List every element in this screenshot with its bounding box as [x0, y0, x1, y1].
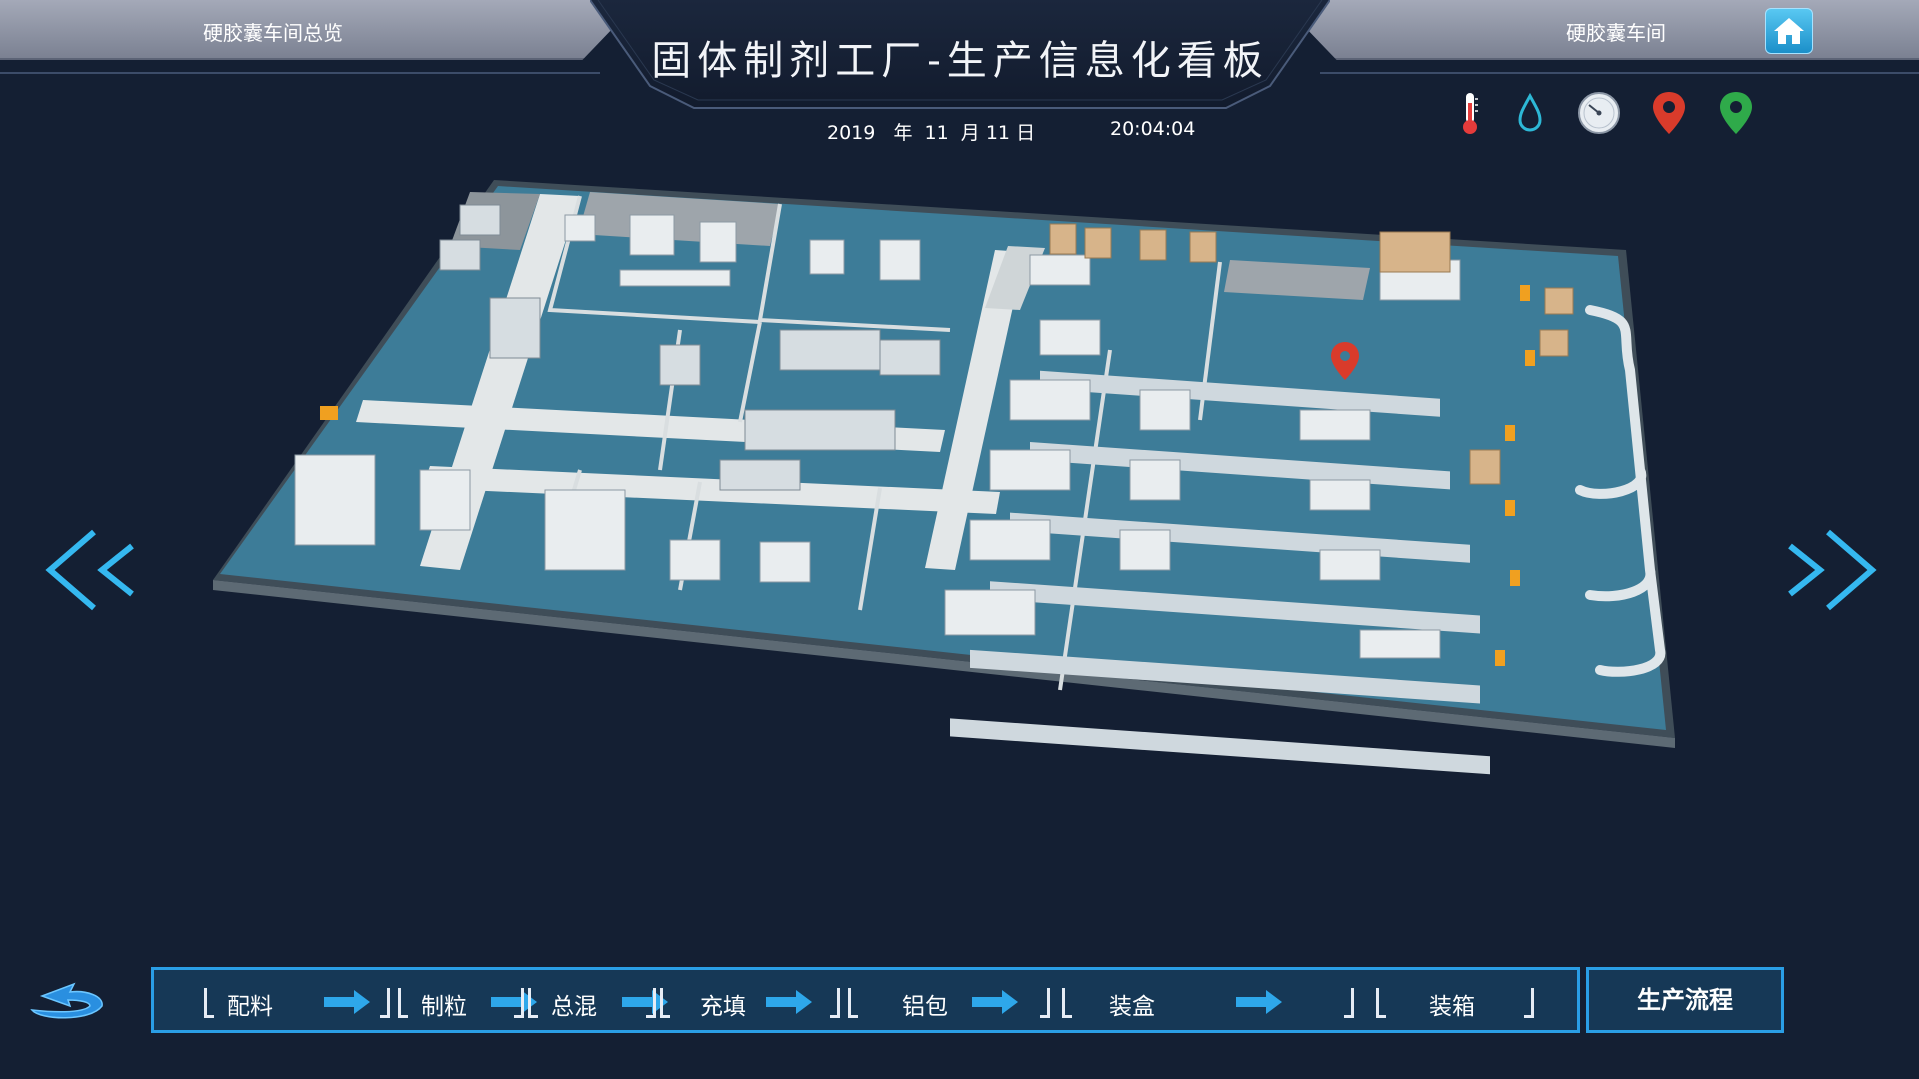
step-arrow-icon: [972, 990, 1018, 1014]
location-pin-icon: [1720, 92, 1752, 134]
next-arrow[interactable]: [1780, 528, 1880, 612]
pressure-gauge-icon: [1578, 92, 1620, 134]
step-bracket: [1344, 988, 1354, 1018]
current-date: 2019 年 11 月 11 日: [827, 122, 1036, 144]
process-step-blending[interactable]: 总混: [551, 987, 597, 1021]
header-rule-right: [1320, 72, 1919, 74]
step-bracket: [514, 988, 524, 1018]
step-bracket: [1376, 988, 1386, 1018]
home-icon: [1774, 18, 1804, 44]
prev-arrow[interactable]: [42, 528, 142, 612]
pressure-button[interactable]: [1576, 88, 1622, 138]
step-bracket: [528, 988, 538, 1018]
process-step-cartoning[interactable]: 装盒: [1109, 987, 1155, 1021]
step-arrow-icon: [1236, 990, 1282, 1014]
step-bracket: [380, 988, 390, 1018]
humidity-button[interactable]: [1507, 88, 1553, 138]
step-bracket: [848, 988, 858, 1018]
step-bracket: [646, 988, 656, 1018]
process-step-filling[interactable]: 充填: [700, 987, 746, 1021]
return-arrow-icon: [30, 982, 103, 1019]
step-bracket: [398, 988, 408, 1018]
current-time: 20:04:04: [1110, 118, 1196, 140]
step-bracket: [830, 988, 840, 1018]
location-green-button[interactable]: [1713, 88, 1759, 138]
temperature-button[interactable]: [1447, 88, 1493, 138]
step-bracket: [1524, 988, 1534, 1018]
step-arrow-icon: [766, 990, 812, 1014]
process-step-blister[interactable]: 铝包: [902, 987, 948, 1021]
step-bracket: [204, 988, 214, 1018]
header-rule-left: [0, 72, 600, 74]
process-step-boxing[interactable]: 装箱: [1429, 987, 1475, 1021]
production-flow-button[interactable]: 生产流程: [1586, 967, 1784, 1033]
water-drop-icon: [1518, 93, 1542, 132]
location-red-button[interactable]: [1646, 88, 1692, 138]
process-flow-bar: 配料 制粒 总混 充填 铝包 装盒 装箱: [151, 967, 1580, 1033]
step-bracket: [660, 988, 670, 1018]
workshop-overview-link[interactable]: 硬胶囊车间总览: [203, 17, 343, 46]
step-bracket: [1062, 988, 1072, 1018]
process-step-ingredients[interactable]: 配料: [227, 987, 273, 1021]
page-title: 固体制剂工厂-生产信息化看板: [651, 38, 1269, 84]
step-arrow-icon: [324, 990, 370, 1014]
workshop-link[interactable]: 硬胶囊车间: [1566, 17, 1666, 46]
location-pin-icon: [1653, 92, 1685, 134]
process-step-granulation[interactable]: 制粒: [421, 987, 467, 1021]
factory-floor-map[interactable]: [0, 170, 1919, 910]
step-bracket: [1040, 988, 1050, 1018]
home-button[interactable]: [1765, 8, 1813, 54]
thermometer-icon: [1463, 93, 1478, 134]
back-button[interactable]: [20, 980, 108, 1028]
